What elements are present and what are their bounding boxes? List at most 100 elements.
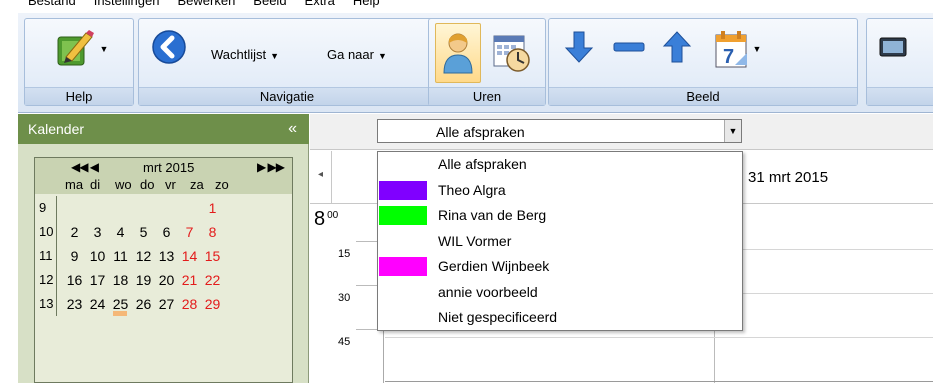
menu-instellingen[interactable]: Instellingen (94, 0, 160, 8)
menu-bestand[interactable]: Bestand (28, 0, 76, 8)
day-cell[interactable]: 22 (201, 272, 224, 288)
day-cell[interactable]: 28 (178, 296, 201, 312)
day-cell[interactable]: 29 (201, 296, 224, 312)
hour-label: 8 00 (314, 208, 338, 231)
wachtlijst-label: Wachtlijst (211, 47, 267, 62)
filter-option[interactable]: Rina van de Berg (378, 203, 742, 229)
day-cell[interactable]: 17 (86, 272, 109, 288)
help-button[interactable]: ▼ (45, 25, 115, 73)
move-down-button[interactable] (559, 25, 599, 69)
ribbon-group-label: Beeld (549, 87, 857, 105)
ganaar-button[interactable]: Ga naar ▼ (327, 47, 387, 62)
window-left-edge (0, 0, 18, 383)
chevron-down-icon[interactable]: ▼ (753, 44, 762, 54)
wachtlijst-button[interactable]: Wachtlijst ▼ (211, 47, 279, 62)
week-row: 9 1 (35, 196, 292, 220)
filter-option[interactable]: annie voorbeeld (378, 280, 742, 306)
filter-option[interactable]: Theo Algra (378, 178, 742, 204)
day-cell[interactable]: 15 (201, 248, 224, 264)
day-cell[interactable]: 27 (155, 296, 178, 312)
color-swatch (379, 206, 427, 225)
app-window: Bestand Instellingen Bewerken Beeld Extr… (0, 0, 933, 383)
day-cell[interactable]: 8 (201, 224, 224, 240)
day-cell[interactable]: 1 (201, 200, 224, 216)
day-cell[interactable]: 4 (109, 224, 132, 240)
day-cell[interactable]: 11 (109, 248, 132, 264)
day-cell[interactable] (155, 200, 178, 216)
monitor-icon (879, 37, 907, 57)
move-up-button[interactable] (657, 25, 697, 69)
day-cell[interactable] (63, 200, 86, 216)
ribbon-group-label: Navigatie (139, 87, 435, 105)
calendar-7-icon: 7 (715, 31, 747, 68)
minus-icon (613, 42, 645, 52)
prev-month-button[interactable]: ◀◀ ◀ (71, 160, 99, 174)
back-arrow-icon (152, 30, 186, 64)
day-cell[interactable]: 16 (63, 272, 86, 288)
menu-extra[interactable]: Extra (305, 0, 335, 8)
appointment-filter-select[interactable]: Alle afspraken ▼ (377, 119, 742, 143)
day-cell[interactable]: 12 (132, 248, 155, 264)
week-number: 9 (35, 196, 57, 220)
chevron-down-icon[interactable]: ▼ (724, 120, 741, 142)
day-cell[interactable]: 19 (132, 272, 155, 288)
day-cell[interactable] (109, 200, 132, 216)
color-swatch (379, 257, 427, 276)
day-cell[interactable]: 7 (178, 224, 201, 240)
mini-calendar-weeks: 9 1 10 2 3 4 5 6 7 8 11 9 10 11 12 13 14… (35, 196, 292, 316)
calendar-clock-button[interactable] (489, 25, 533, 81)
week-number: 11 (35, 244, 57, 268)
week-view-button[interactable]: 7 ▼ (709, 25, 765, 73)
day-cell[interactable]: 25 (109, 296, 132, 312)
calendar-clock-icon (493, 35, 530, 72)
day-cell[interactable]: 20 (155, 272, 178, 288)
filter-option-label: WIL Vormer (438, 232, 512, 249)
day-cell[interactable]: 6 (155, 224, 178, 240)
ribbon-group-help: ▼ Help (24, 18, 134, 106)
day-cell[interactable]: 14 (178, 248, 201, 264)
scroll-left-icon[interactable]: ◂ (318, 169, 323, 180)
day-cell[interactable]: 13 (155, 248, 178, 264)
month-title: mrt 2015 (143, 160, 195, 175)
appointment-filter-value: Alle afspraken (436, 124, 525, 140)
day-cell[interactable]: 26 (132, 296, 155, 312)
zoom-out-button[interactable] (609, 25, 649, 69)
day-cell[interactable] (132, 200, 155, 216)
day-cell[interactable]: 9 (63, 248, 86, 264)
day-cell[interactable]: 24 (86, 296, 109, 312)
day-date-label: 31 mrt 2015 (748, 169, 829, 186)
day-cell[interactable]: 21 (178, 272, 201, 288)
quarter-label: 30 (338, 292, 351, 304)
menu-bar: Bestand Instellingen Bewerken Beeld Extr… (0, 0, 933, 13)
notebook-pencil-icon (57, 30, 94, 66)
time-column: 8 00 15 30 45 (310, 205, 384, 383)
day-cell[interactable]: 10 (86, 248, 109, 264)
screen-button[interactable] (873, 25, 913, 69)
menu-bewerken[interactable]: Bewerken (177, 0, 235, 8)
filter-option[interactable]: Niet gespecificeerd (378, 305, 742, 331)
week-row: 11 9 10 11 12 13 14 15 (35, 244, 292, 268)
week-row: 10 2 3 4 5 6 7 8 (35, 220, 292, 244)
day-cell[interactable]: 3 (86, 224, 109, 240)
calendar-pane: Kalender « ◀◀ ◀ mrt 2015 ▶ ▶▶ ma di wo d… (18, 114, 309, 383)
day-cell[interactable] (178, 200, 201, 216)
day-cell[interactable]: 2 (63, 224, 86, 240)
person-view-button[interactable] (437, 25, 479, 81)
chevron-down-icon[interactable]: ▼ (100, 44, 109, 54)
svg-text:7: 7 (723, 46, 734, 68)
filter-option[interactable]: Alle afspraken (378, 152, 742, 178)
day-cell[interactable]: 5 (132, 224, 155, 240)
day-cell[interactable]: 23 (63, 296, 86, 312)
filter-option[interactable]: Gerdien Wijnbeek (378, 254, 742, 280)
next-month-button[interactable]: ▶ ▶▶ (257, 160, 285, 174)
back-button[interactable] (147, 25, 191, 69)
day-cell[interactable] (86, 200, 109, 216)
ribbon-group-label: Help (25, 87, 133, 105)
menu-help[interactable]: Help (353, 0, 380, 8)
color-swatch (379, 180, 427, 200)
filter-option[interactable]: WIL Vormer (378, 229, 742, 255)
day-cell[interactable]: 18 (109, 272, 132, 288)
weekday-label: za (190, 177, 204, 192)
menu-beeld[interactable]: Beeld (253, 0, 286, 8)
collapse-pane-button[interactable]: « (288, 114, 297, 144)
